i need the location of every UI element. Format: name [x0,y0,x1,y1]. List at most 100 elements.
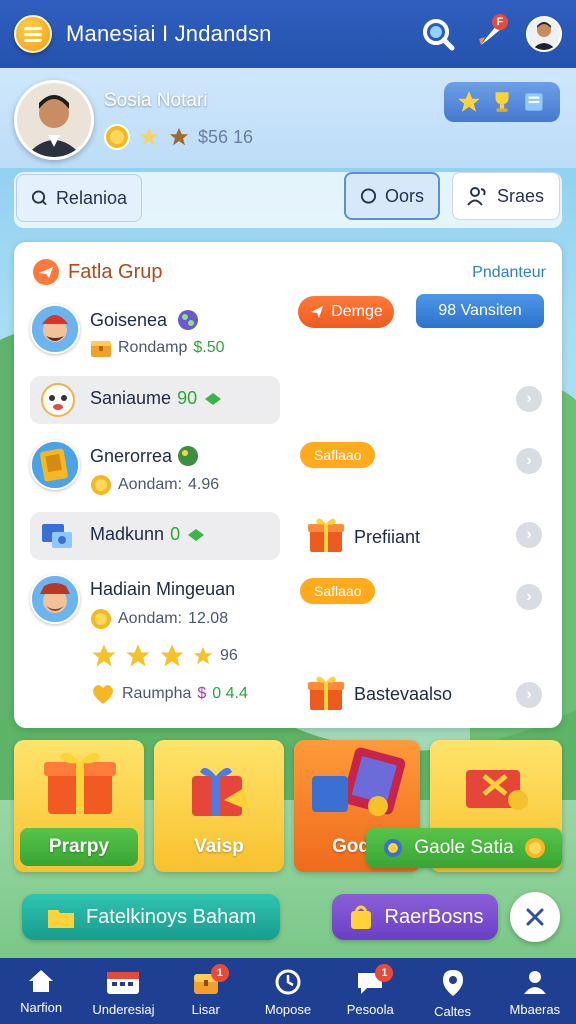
gift-heart-icon [466,770,528,810]
gift-icon [308,676,344,710]
nav-label: Narfion [20,1000,63,1015]
row-bar-text: Saniaume 90 [90,388,223,409]
teal-action-button[interactable]: Fatelkinoys Baham [22,894,280,940]
row-chevron-button[interactable]: › [516,682,542,708]
profile-icon [523,971,546,994]
player-name: Goisenea [90,310,168,330]
nav-item-home[interactable]: Narfion [0,958,82,1024]
coin-icon [91,475,111,495]
player-name: Hadiain Mingeuan [90,579,236,599]
row-chevron-button[interactable]: › [516,386,542,412]
nav-item-location[interactable]: Caltes [411,958,493,1024]
row-chevron-button[interactable]: › [516,584,542,610]
globe-icon [178,446,198,466]
profile-name: Sosia Notari [104,90,208,111]
challenge-button-label: Demge [331,303,383,320]
tab-relanioa-label: Relanioa [55,187,127,208]
card-link[interactable]: Pndanteur [472,264,546,282]
nav-label: Pesoola [346,1002,394,1017]
gaole-satia-button[interactable]: Gaole Satia [366,828,562,868]
globe-icon [178,310,198,330]
coin-icon [91,609,111,629]
flag-icon [311,306,324,318]
version-button[interactable]: 98 Vansiten [416,294,544,328]
player-stat: Rondamp $.50 [90,338,225,358]
promo-tile-prarpy[interactable]: Prarpy [14,740,144,872]
tablet-icon [312,747,406,816]
nav-label: Lisar [191,1002,220,1017]
player-avatar[interactable] [30,304,80,354]
user-avatar-button[interactable] [526,16,562,52]
tab-relanioa[interactable]: Relanioa [16,174,142,222]
status-tag: Saflaao [300,578,376,604]
promo-tile-vaisp[interactable]: Vaisp [154,740,284,872]
folder-icon [47,910,74,928]
row-chevron-button[interactable]: › [516,448,542,474]
star-icon [92,644,116,667]
star-badge-icon [457,91,480,112]
player-stat-value: 4.96 [188,476,220,493]
star-dark-icon [169,127,189,146]
gaole-satia-label: Gaole Satia [414,837,514,858]
tab-sraes-label: Sraes [497,185,545,206]
status-tag: Saflaao [300,442,376,468]
purple-action-button[interactable]: RaerBosns [332,894,498,940]
row-bar-name: Madkunn [90,524,165,544]
nav-item-chat[interactable]: 1 Pesoola [329,958,411,1024]
nav-label: Mopose [264,1002,312,1017]
reward-name: Raumpha [122,685,192,702]
shield-icon [384,839,403,857]
clock-icon [275,969,301,995]
group-card: Fatla Grup Pndanteur Goisenea Rondamp $.… [14,242,562,728]
row-bar-value: 0 [170,524,181,544]
gift-box-icon [44,752,116,814]
nav-item-calendar[interactable]: Underesiaj [82,958,164,1024]
tab-oors-label: Oors [384,185,424,206]
search-button[interactable] [420,16,456,52]
player-avatar[interactable] [30,574,80,624]
nav-item-clock[interactable]: Mopose [247,958,329,1024]
app-title: Manesiai I Jndandsn [66,21,272,46]
menu-button[interactable] [14,15,52,53]
filter-tabs: Relanioa Oors Sraes [14,172,562,228]
nav-item-profile[interactable]: Mbaeras [494,958,576,1024]
menu-icon [24,27,42,42]
coin-icon [104,124,130,150]
star-icon [139,127,159,146]
profile-section: Sosia Notari $56 16 [0,68,576,168]
ticket-icon [188,528,205,541]
star-icon [160,644,184,667]
profile-badges[interactable] [444,82,560,122]
nav-badge: 1 [210,964,229,982]
gift-label: Bastevaalso [354,684,453,704]
card-title: Fatla Grup [68,260,163,283]
challenge-button[interactable]: Demge [298,296,394,328]
player-avatar-icon [32,576,78,622]
player-avatar[interactable] [30,440,80,490]
nav-badge: 1 [375,964,394,982]
rocket-button[interactable]: F [474,14,510,52]
rating-stars: 96 [90,642,238,670]
player-stat-value: 12.08 [188,610,229,627]
gift-label: Prefiiant [354,527,421,547]
nav-item-chest[interactable]: 1 Lisar [165,958,247,1024]
card-header: Fatla Grup [32,258,162,286]
row-chevron-button[interactable]: › [516,522,542,548]
player-stat-label: Aondam: [118,610,183,627]
nav-label: Underesiaj [92,1002,155,1017]
rating-value: 96 [220,647,238,664]
mascot-icon [41,383,75,417]
player-avatar-icon [32,442,78,488]
close-button[interactable] [510,892,560,942]
player-stat-value: $.50 [193,339,225,356]
tab-oors[interactable]: Oors [344,172,440,220]
profile-avatar[interactable] [14,80,94,160]
home-icon [29,970,54,992]
star-icon [193,646,213,665]
coin-icon [524,838,545,858]
gift-icon [308,518,344,552]
search-icon [423,19,455,51]
top-bar: Manesiai I Jndandsn F [0,0,576,68]
player-avatar-icon [32,306,78,352]
tab-sraes[interactable]: Sraes [452,172,560,220]
